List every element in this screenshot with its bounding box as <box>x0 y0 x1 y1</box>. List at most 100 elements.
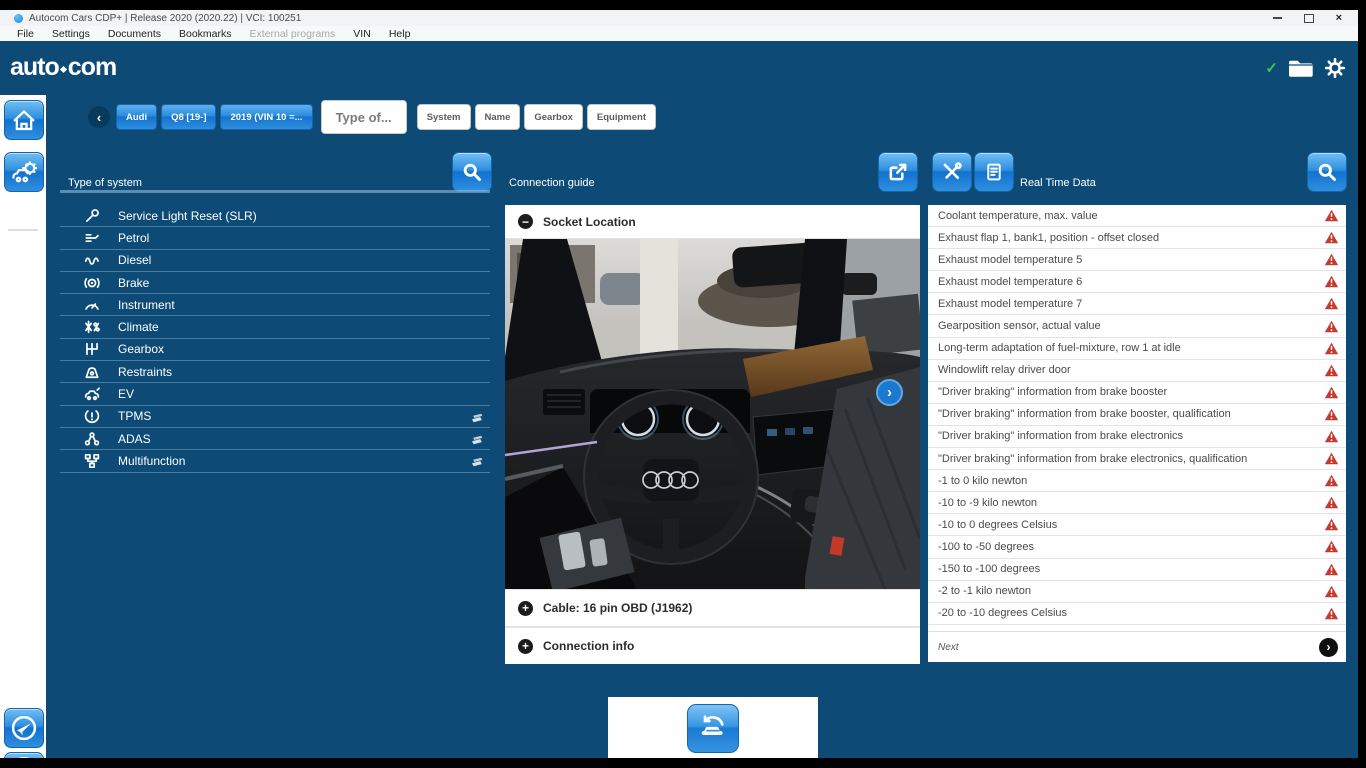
breadcrumb-q8-19[interactable]: Q8 [19-] <box>161 104 216 130</box>
system-row-diesel[interactable]: Diesel <box>60 250 490 272</box>
breadcrumb: ‹ AudiQ8 [19-]2019 (VIN 10 =... Type of...… <box>88 99 660 135</box>
menu-vin[interactable]: VIN <box>344 28 380 40</box>
airbag-icon <box>82 364 102 380</box>
system-row-gearbox[interactable]: Gearbox <box>60 339 490 361</box>
car-gear-icon <box>11 159 37 185</box>
connect-vehicle-button[interactable] <box>687 704 739 753</box>
realtime-row[interactable]: "Driver braking" information from brake … <box>928 426 1346 448</box>
next-page-button[interactable]: › <box>1319 638 1338 657</box>
breadcrumb-back-button[interactable]: ‹ <box>88 106 110 128</box>
systems-search-button[interactable] <box>452 152 492 192</box>
realtime-row[interactable]: Exhaust model temperature 6 <box>928 271 1346 293</box>
adjustments-button[interactable] <box>932 152 972 192</box>
realtime-row[interactable]: -150 to -100 degrees <box>928 559 1346 581</box>
warning-icon <box>1324 408 1339 421</box>
realtime-row[interactable]: "Driver braking" information from brake … <box>928 448 1346 470</box>
vehicle-docs-icon <box>470 410 484 423</box>
breadcrumb-equipment[interactable]: Equipment <box>587 104 656 130</box>
injector-icon <box>82 230 102 246</box>
system-row-instrument[interactable]: Instrument <box>60 294 490 316</box>
parameter-label: "Driver braking" information from brake … <box>938 430 1324 442</box>
realtime-row[interactable]: Exhaust model temperature 5 <box>928 249 1346 271</box>
gearbox-icon <box>82 341 102 357</box>
realtime-row[interactable]: Long-term adaptation of fuel-mixture, ro… <box>928 338 1346 360</box>
system-label: Gearbox <box>118 342 490 356</box>
breadcrumb-audi[interactable]: Audi <box>116 104 157 130</box>
warning-icon <box>1324 386 1339 399</box>
breadcrumb-2019-vin-10[interactable]: 2019 (VIN 10 =... <box>220 104 312 130</box>
system-row-restraints[interactable]: Restraints <box>60 361 490 383</box>
realtime-search-button[interactable] <box>1307 152 1347 192</box>
search-icon <box>1317 162 1337 182</box>
screen: Autocom Cars CDP+ | Release 2020 (2020.2… <box>0 0 1366 768</box>
home-button[interactable] <box>4 100 44 140</box>
system-row-service-light-reset-slr[interactable]: Service Light Reset (SLR) <box>60 205 490 227</box>
folder-icon[interactable] <box>1288 58 1314 78</box>
system-label: ADAS <box>118 432 470 446</box>
realtime-row[interactable]: -10 to -9 kilo newton <box>928 492 1346 514</box>
realtime-row[interactable]: -20 to -10 degrees Celsius <box>928 603 1346 625</box>
system-row-climate[interactable]: Climate <box>60 316 490 338</box>
realtime-row[interactable]: Windowlift relay driver door <box>928 360 1346 382</box>
realtime-row[interactable]: -1 to 0 kilo newton <box>928 470 1346 492</box>
realtime-row[interactable]: Gearposition sensor, actual value <box>928 315 1346 337</box>
realtime-row[interactable]: Coolant temperature, max. value <box>928 205 1346 227</box>
realtime-row[interactable]: -10 to 0 degrees Celsius <box>928 514 1346 536</box>
breadcrumb-gearbox[interactable]: Gearbox <box>524 104 583 130</box>
menu-bookmarks[interactable]: Bookmarks <box>170 28 241 40</box>
section-cable[interactable]: + Cable: 16 pin OBD (J1962) <box>505 589 920 627</box>
car-interior-illustration <box>505 239 920 589</box>
expand-icon[interactable]: + <box>518 601 533 616</box>
menu-settings[interactable]: Settings <box>43 28 99 40</box>
warning-icon <box>1324 297 1339 310</box>
breadcrumb-name[interactable]: Name <box>475 104 521 130</box>
vehicle-select-button[interactable] <box>4 152 44 192</box>
menu-help[interactable]: Help <box>380 28 420 40</box>
parameter-label: Exhaust model temperature 7 <box>938 298 1324 310</box>
help-button[interactable]: ? <box>4 752 44 758</box>
report-button[interactable] <box>974 152 1014 192</box>
system-row-brake[interactable]: Brake <box>60 272 490 294</box>
system-row-multifunction[interactable]: Multifunction <box>60 450 490 472</box>
header-band: auto com ✓ <box>0 41 1358 95</box>
collapse-icon[interactable]: − <box>518 214 533 229</box>
home-icon <box>12 108 36 132</box>
logo-text-2: com <box>68 53 116 82</box>
maximize-button[interactable] <box>1304 14 1314 23</box>
realtime-row[interactable]: Exhaust model temperature 7 <box>928 293 1346 315</box>
warning-icon <box>1324 430 1339 443</box>
warning-icon <box>1324 518 1339 531</box>
realtime-row[interactable]: "Driver braking" information from brake … <box>928 404 1346 426</box>
realtime-panel-title: Real Time Data <box>1020 177 1096 189</box>
section-socket-location[interactable]: − Socket Location <box>505 205 920 239</box>
image-next-button[interactable]: › <box>876 379 903 406</box>
system-label: Climate <box>118 320 490 334</box>
parameter-label: "Driver braking" information from brake … <box>938 408 1324 420</box>
system-row-ev[interactable]: EV <box>60 383 490 405</box>
menubar: FileSettingsDocumentsBookmarksExternal p… <box>0 26 1358 41</box>
parameter-label: -100 to -50 degrees <box>938 541 1324 553</box>
menu-documents[interactable]: Documents <box>99 28 170 40</box>
system-row-tpms[interactable]: TPMS <box>60 406 490 428</box>
open-external-button[interactable] <box>878 152 918 192</box>
realtime-panel: Coolant temperature, max. valueExhaust f… <box>928 205 1346 662</box>
parameter-label: -2 to -1 kilo newton <box>938 585 1324 597</box>
realtime-row[interactable]: "Driver braking" information from brake … <box>928 382 1346 404</box>
realtime-row[interactable]: -2 to -1 kilo newton <box>928 581 1346 603</box>
minimize-button[interactable] <box>1273 17 1282 19</box>
system-label: Petrol <box>118 231 490 245</box>
expand-icon[interactable]: + <box>518 639 533 654</box>
sidebar-divider <box>8 229 38 231</box>
system-row-petrol[interactable]: Petrol <box>60 227 490 249</box>
system-row-adas[interactable]: ADAS <box>60 428 490 450</box>
menu-file[interactable]: File <box>8 28 43 40</box>
close-button[interactable]: × <box>1336 13 1342 23</box>
settings-gear-icon[interactable] <box>1324 57 1346 79</box>
realtime-row[interactable]: Exhaust flap 1, bank1, position - offset… <box>928 227 1346 249</box>
realtime-row[interactable]: -100 to -50 degrees <box>928 536 1346 558</box>
section-connection-info[interactable]: + Connection info <box>505 627 920 664</box>
breadcrumb-type-of[interactable]: Type of... <box>321 100 407 134</box>
titlebar: Autocom Cars CDP+ | Release 2020 (2020.2… <box>0 10 1358 26</box>
breadcrumb-system[interactable]: System <box>417 104 471 130</box>
airplane-mode-button[interactable] <box>4 708 44 748</box>
